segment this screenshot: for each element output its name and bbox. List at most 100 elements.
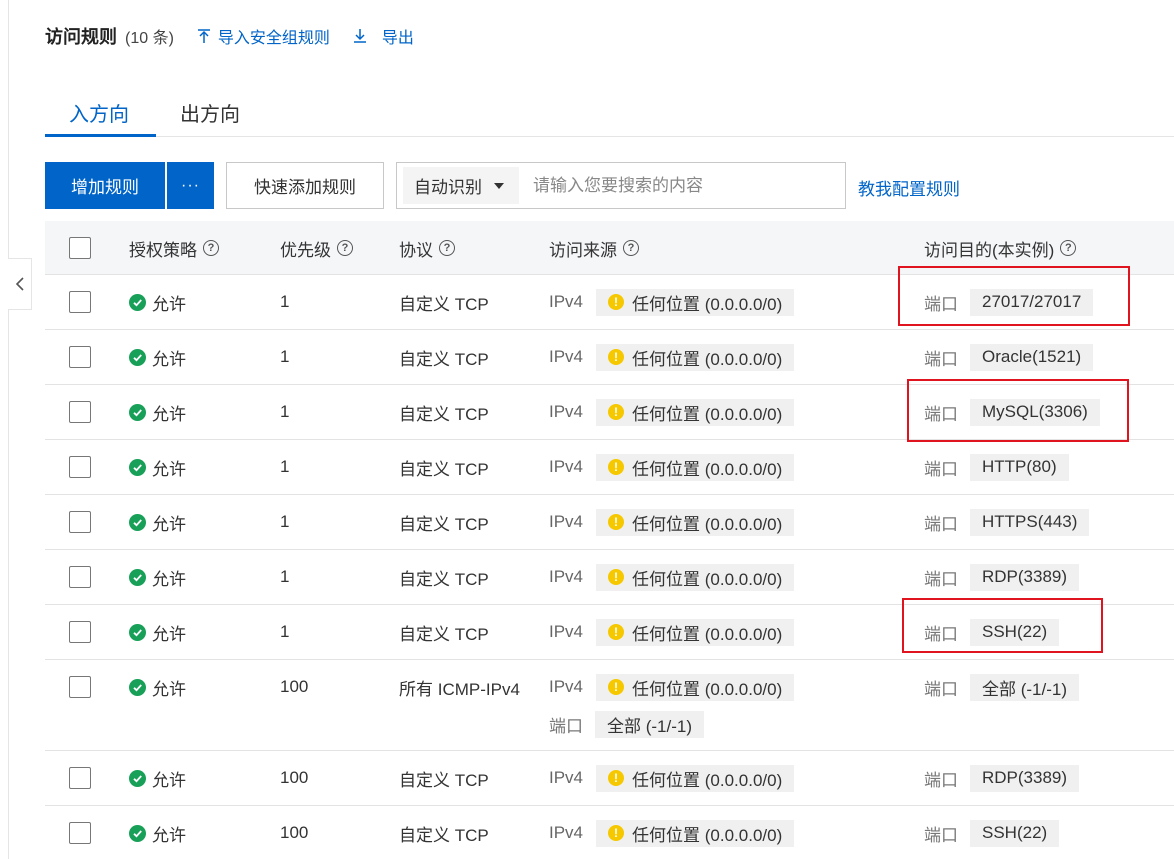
import-rules-link[interactable]: 导入安全组规则 — [196, 24, 330, 48]
priority-cell: 1 — [280, 622, 290, 641]
priority-cell: 100 — [280, 768, 309, 787]
source-cell: IPv4! 任何位置 (0.0.0.0/0) — [549, 440, 795, 494]
help-icon[interactable]: ? — [203, 240, 219, 256]
port-tag: 全部 (-1/-1) — [970, 673, 1079, 701]
source-cell: IPv4! 任何位置 (0.0.0.0/0) — [549, 751, 795, 805]
priority-cell: 1 — [280, 457, 290, 476]
direction-tabs: 入方向 出方向 — [45, 88, 1174, 137]
add-rule-button[interactable]: 增加规则 — [45, 162, 165, 209]
ip-version-label: IPv4 — [549, 768, 584, 787]
column-header-priority: 优先级 ? — [280, 221, 353, 275]
source-cell: IPv4! 任何位置 (0.0.0.0/0) — [549, 605, 795, 659]
source-tag: ! 任何位置 (0.0.0.0/0) — [596, 673, 795, 701]
row-checkbox[interactable] — [69, 767, 91, 789]
policy-label: 允许 — [152, 404, 186, 424]
config-help-link[interactable]: 教我配置规则 — [858, 175, 960, 200]
download-icon — [353, 29, 366, 43]
left-panel-border — [8, 0, 9, 859]
source-cell: IPv4! 任何位置 (0.0.0.0/0) — [549, 660, 795, 714]
source-value: 任何位置 (0.0.0.0/0) — [632, 349, 783, 369]
table-row: 允许 1 自定义 TCP IPv4! 任何位置 (0.0.0.0/0) 端口 HTTP(80… — [45, 440, 1174, 495]
export-link[interactable]: 导出 — [352, 24, 414, 48]
port-label: 端口 — [924, 514, 958, 534]
source-value: 任何位置 (0.0.0.0/0) — [632, 825, 783, 845]
rule-count: (10 条) — [125, 30, 174, 47]
priority-cell: 1 — [280, 347, 290, 366]
port-label: 端口 — [924, 294, 958, 314]
destination-cell: 端口 SSH(22) — [924, 605, 1060, 659]
warning-icon: ! — [608, 825, 625, 841]
source-value: 任何位置 (0.0.0.0/0) — [632, 679, 783, 699]
row-checkbox[interactable] — [69, 456, 91, 478]
port-tag: SSH(22) — [970, 618, 1060, 646]
protocol-cell: 自定义 TCP — [399, 770, 489, 790]
help-icon[interactable]: ? — [439, 240, 455, 256]
search-type-value: 自动识别 — [414, 178, 482, 197]
policy-cell: 允许 — [129, 550, 186, 604]
policy-cell: 允许 — [129, 385, 186, 439]
page-title: 访问规则 — [45, 27, 117, 47]
row-checkbox[interactable] — [69, 621, 91, 643]
destination-cell: 端口 SSH(22) — [924, 806, 1060, 859]
quick-add-rule-button[interactable]: 快速添加规则 — [226, 162, 384, 209]
port-tag: Oracle(1521) — [970, 343, 1094, 371]
port-tag: MySQL(3306) — [970, 398, 1100, 426]
help-icon[interactable]: ? — [337, 240, 353, 256]
source-port-tag: 全部 (-1/-1) — [595, 710, 704, 738]
table-row: 允许 100 自定义 TCP IPv4! 任何位置 (0.0.0.0/0) 端口 SSH(2… — [45, 806, 1174, 859]
ip-version-label: IPv4 — [549, 457, 584, 476]
ip-version-label: IPv4 — [549, 567, 584, 586]
destination-cell: 端口 Oracle(1521) — [924, 330, 1094, 384]
more-actions-button[interactable]: ··· — [167, 162, 214, 209]
check-circle-icon — [129, 403, 146, 421]
destination-cell: 端口 HTTP(80) — [924, 440, 1069, 494]
port-tag: HTTPS(443) — [970, 508, 1090, 536]
policy-label: 允许 — [152, 514, 186, 534]
source-port-label: 端口 — [549, 716, 583, 736]
select-all-checkbox[interactable] — [69, 237, 91, 259]
help-icon[interactable]: ? — [623, 240, 639, 256]
row-checkbox[interactable] — [69, 676, 91, 698]
row-checkbox[interactable] — [69, 401, 91, 423]
ip-version-label: IPv4 — [549, 402, 584, 421]
source-tag: ! 任何位置 (0.0.0.0/0) — [596, 819, 795, 847]
port-label: 端口 — [924, 459, 958, 479]
check-circle-icon — [129, 769, 146, 787]
warning-icon: ! — [608, 404, 625, 420]
table-row: 允许 1 自定义 TCP IPv4! 任何位置 (0.0.0.0/0) 端口 27017/2… — [45, 275, 1174, 330]
table-row: 允许 100 所有 ICMP-IPv4 IPv4! 任何位置 (0.0.0.0/0) 端口… — [45, 660, 1174, 751]
collapse-panel-button[interactable] — [8, 258, 32, 310]
source-value: 任何位置 (0.0.0.0/0) — [632, 294, 783, 314]
row-checkbox[interactable] — [69, 566, 91, 588]
destination-cell: 端口 MySQL(3306) — [924, 385, 1100, 439]
search-type-select[interactable]: 自动识别 — [403, 167, 519, 204]
ip-version-label: IPv4 — [549, 512, 584, 531]
priority-cell: 1 — [280, 567, 290, 586]
row-checkbox[interactable] — [69, 511, 91, 533]
priority-cell: 100 — [280, 677, 309, 696]
protocol-cell: 自定义 TCP — [399, 404, 489, 424]
policy-cell: 允许 — [129, 440, 186, 494]
source-tag: ! 任何位置 (0.0.0.0/0) — [596, 343, 795, 371]
rules-table: 授权策略 ? 优先级 ? 协议 ? 访问来源 ? 访问目的(本实例) ? 允许 1… — [45, 221, 1174, 859]
import-icon — [197, 29, 210, 43]
source-cell: IPv4! 任何位置 (0.0.0.0/0) — [549, 275, 795, 329]
policy-cell: 允许 — [129, 605, 186, 659]
source-cell: IPv4! 任何位置 (0.0.0.0/0) — [549, 550, 795, 604]
check-circle-icon — [129, 458, 146, 476]
column-header-protocol: 协议 ? — [399, 221, 455, 275]
check-circle-icon — [129, 513, 146, 531]
row-checkbox[interactable] — [69, 822, 91, 844]
policy-label: 允许 — [152, 569, 186, 589]
help-icon[interactable]: ? — [1060, 240, 1077, 256]
source-tag: ! 任何位置 (0.0.0.0/0) — [596, 288, 795, 316]
tab-outbound[interactable]: 出方向 — [180, 98, 240, 127]
tab-inbound[interactable]: 入方向 — [69, 98, 129, 127]
row-checkbox[interactable] — [69, 346, 91, 368]
ip-version-label: IPv4 — [549, 622, 584, 641]
row-checkbox[interactable] — [69, 291, 91, 313]
protocol-cell: 自定义 TCP — [399, 459, 489, 479]
check-circle-icon — [129, 824, 146, 842]
search-input[interactable] — [531, 174, 845, 197]
table-row: 允许 1 自定义 TCP IPv4! 任何位置 (0.0.0.0/0) 端口 MySQL(3… — [45, 385, 1174, 440]
